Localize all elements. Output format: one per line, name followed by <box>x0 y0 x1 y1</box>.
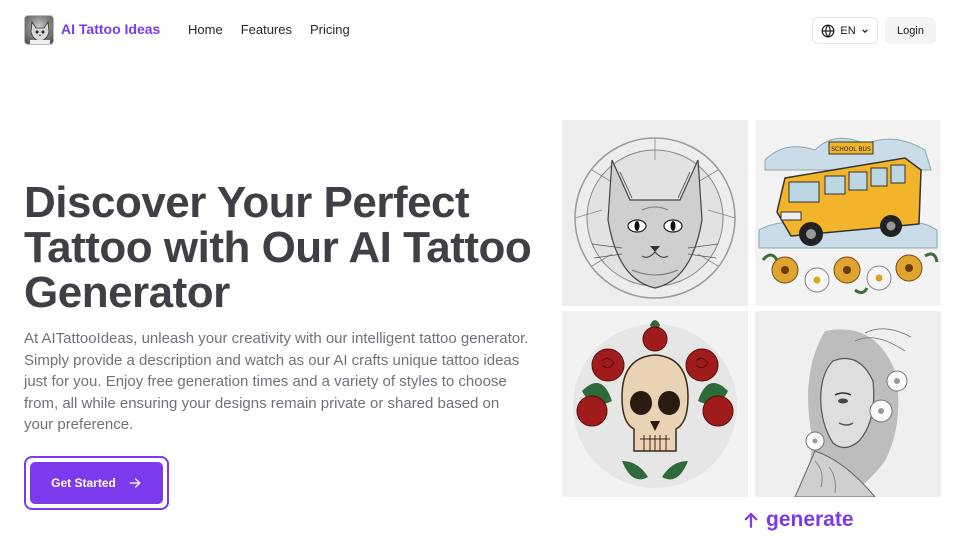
hero-description: At AITattooIdeas, unleash your creativit… <box>24 330 529 433</box>
arrow-right-icon <box>129 478 141 488</box>
nav-home[interactable]: Home <box>188 22 223 37</box>
logo-icon[interactable] <box>24 15 54 45</box>
site-header: AI Tattoo Ideas Home Features Pricing EN… <box>0 0 960 60</box>
get-started-button-outline[interactable]: Get Started <box>24 456 169 510</box>
gallery-image-skull-roses[interactable] <box>562 311 748 497</box>
nav-features[interactable]: Features <box>241 22 292 37</box>
gallery-image-woman-portrait[interactable] <box>755 311 941 497</box>
hero-title: Discover Your Perfect Tattoo with Our AI… <box>24 178 532 317</box>
main-nav: Home Features Pricing <box>188 22 350 37</box>
get-started-label: Get Started <box>51 476 116 490</box>
language-label: EN <box>840 24 856 37</box>
get-started-button[interactable]: Get Started <box>30 462 163 504</box>
login-button[interactable]: Login <box>885 17 936 44</box>
generate-hint: generate <box>742 508 854 532</box>
brand-name[interactable]: AI Tattoo Ideas <box>61 21 160 37</box>
chevron-down-icon <box>861 28 868 33</box>
arrow-up-icon <box>744 512 758 528</box>
generate-label: generate <box>766 508 854 531</box>
nav-pricing[interactable]: Pricing <box>310 22 350 37</box>
gallery-image-cat-mandala[interactable] <box>562 120 748 306</box>
gallery-image-school-bus[interactable]: SCHOOL BUS <box>755 120 941 306</box>
bus-sign: SCHOOL BUS <box>831 146 871 153</box>
language-selector[interactable]: EN <box>812 17 878 44</box>
globe-icon <box>821 24 835 38</box>
